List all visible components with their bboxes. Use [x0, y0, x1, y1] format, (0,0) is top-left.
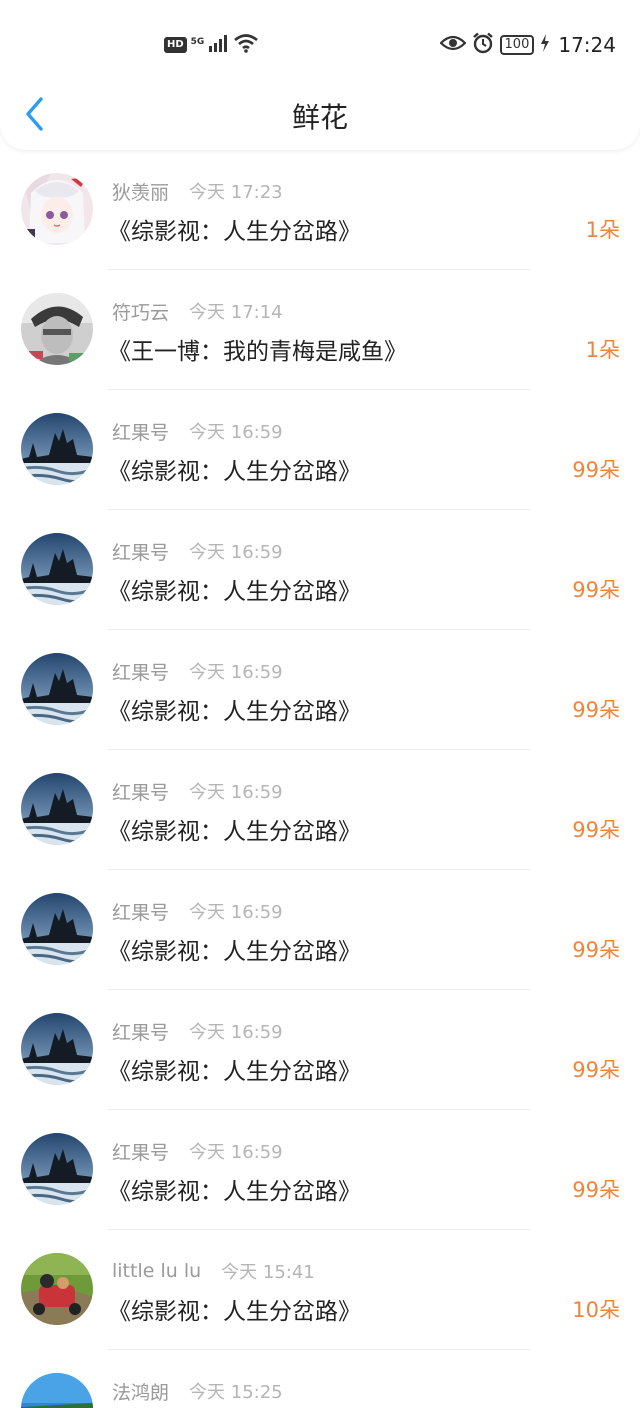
sender-name: 红果号: [112, 1021, 170, 1044]
flower-count: 99朵: [572, 698, 620, 722]
book-title[interactable]: 《综影视：人生分岔路》: [108, 932, 361, 966]
flower-count: 99朵: [572, 578, 620, 602]
avatar[interactable]: [21, 293, 93, 365]
list-item[interactable]: 红果号 今天 16:59 《综影视：人生分岔路》 99朵: [0, 510, 640, 630]
book-title[interactable]: 《综影视：人生分岔路》: [108, 812, 361, 846]
hd-icon: HD: [164, 37, 187, 53]
flower-count: 99朵: [572, 1058, 620, 1082]
avatar[interactable]: [21, 773, 93, 845]
send-time: 今天 15:25: [189, 1382, 283, 1403]
item-meta: 红果号 今天 16:59: [112, 538, 283, 564]
app-header: HD 5G 100 17:24 鲜花: [0, 0, 640, 150]
wifi-icon: [233, 33, 259, 57]
sender-name: little lu lu: [112, 1260, 202, 1282]
avatar[interactable]: [21, 413, 93, 485]
book-title[interactable]: 《综影视：人生分岔路》: [108, 1052, 361, 1086]
sender-name: 红果号: [112, 661, 170, 684]
status-left: HD 5G: [164, 32, 259, 58]
send-time: 今天 16:59: [189, 782, 283, 803]
list-item[interactable]: 红果号 今天 16:59 《综影视：人生分岔路》 99朵: [0, 1110, 640, 1230]
flower-list: 狄羡丽 今天 17:23 《综影视：人生分岔路》 1朵 符巧云 今天 17:14 《王一博：…: [0, 150, 640, 1408]
alarm-icon: [472, 32, 494, 58]
send-time: 今天 15:41: [221, 1262, 315, 1283]
item-meta: 符巧云 今天 17:14: [112, 298, 283, 324]
flower-count: 99朵: [572, 1178, 620, 1202]
book-title[interactable]: 《综影视：人生分岔路》: [108, 1292, 361, 1326]
book-title[interactable]: 《综影视：人生分岔路》: [108, 692, 361, 726]
signal-icon: [209, 34, 229, 56]
avatar[interactable]: [21, 1013, 93, 1085]
flower-count: 99朵: [572, 938, 620, 962]
battery-level: 100: [504, 37, 530, 52]
send-time: 今天 16:59: [189, 662, 283, 683]
list-item[interactable]: 红果号 今天 16:59 《综影视：人生分岔路》 99朵: [0, 390, 640, 510]
flower-count: 99朵: [572, 818, 620, 842]
item-meta: 红果号 今天 16:59: [112, 898, 283, 924]
book-title[interactable]: 《综影视：人生分岔路》: [108, 452, 361, 486]
item-meta: 法鸿朗 今天 15:25: [112, 1378, 283, 1404]
sender-name: 狄羡丽: [112, 181, 170, 204]
list-item[interactable]: 红果号 今天 16:59 《综影视：人生分岔路》 99朵: [0, 990, 640, 1110]
book-title[interactable]: 《综影视：人生分岔路》: [108, 1172, 361, 1206]
item-meta: 红果号 今天 16:59: [112, 1018, 283, 1044]
avatar[interactable]: [21, 653, 93, 725]
eye-icon: [438, 34, 467, 56]
list-item[interactable]: 符巧云 今天 17:14 《王一博：我的青梅是咸鱼》 1朵: [0, 270, 640, 390]
sender-name: 符巧云: [112, 301, 170, 324]
flower-count: 1朵: [585, 218, 620, 242]
status-bar: HD 5G 100 17:24: [0, 26, 640, 64]
avatar[interactable]: [21, 533, 93, 605]
list-item[interactable]: 红果号 今天 16:59 《综影视：人生分岔路》 99朵: [0, 750, 640, 870]
sender-name: 法鸿朗: [112, 1381, 170, 1404]
list-item[interactable]: 红果号 今天 16:59 《综影视：人生分岔路》 99朵: [0, 870, 640, 990]
send-time: 今天 16:59: [189, 1022, 283, 1043]
list-item[interactable]: 狄羡丽 今天 17:23 《综影视：人生分岔路》 1朵: [0, 150, 640, 270]
avatar[interactable]: [21, 1133, 93, 1205]
flowers-page: HD 5G 100 17:24 鲜花 狄羡丽 今天 17:23 《综影视：人生分…: [0, 0, 640, 1408]
book-title[interactable]: 《综影视：人生分岔路》: [108, 212, 361, 246]
book-title[interactable]: 《王一博：我的青梅是咸鱼》: [108, 332, 407, 366]
avatar[interactable]: [21, 1253, 93, 1325]
sender-name: 红果号: [112, 781, 170, 804]
send-time: 今天 17:23: [189, 182, 283, 203]
navigation-bar: 鲜花: [0, 82, 640, 148]
network-type-label: 5G: [190, 37, 205, 47]
flower-count: 1朵: [585, 338, 620, 362]
sender-name: 红果号: [112, 421, 170, 444]
item-meta: 红果号 今天 16:59: [112, 778, 283, 804]
battery-icon: 100: [499, 35, 535, 55]
item-meta: 红果号 今天 16:59: [112, 418, 283, 444]
book-title[interactable]: 《综影视：人生分岔路》: [108, 572, 361, 606]
list-item[interactable]: little lu lu 今天 15:41 《综影视：人生分岔路》 10朵: [0, 1230, 640, 1350]
sender-name: 红果号: [112, 541, 170, 564]
status-clock: 17:24: [558, 33, 616, 57]
list-item[interactable]: 红果号 今天 16:59 《综影视：人生分岔路》 99朵: [0, 630, 640, 750]
send-time: 今天 16:59: [189, 422, 283, 443]
avatar[interactable]: [21, 893, 93, 965]
item-meta: 红果号 今天 16:59: [112, 658, 283, 684]
page-title: 鲜花: [291, 101, 348, 134]
send-time: 今天 16:59: [189, 542, 283, 563]
avatar[interactable]: [21, 1373, 93, 1408]
item-meta: 红果号 今天 16:59: [112, 1138, 283, 1164]
send-time: 今天 17:14: [189, 302, 283, 323]
flower-count: 99朵: [572, 458, 620, 482]
send-time: 今天 16:59: [189, 1142, 283, 1163]
item-meta: little lu lu 今天 15:41: [112, 1258, 315, 1284]
flower-count: 10朵: [572, 1298, 620, 1322]
sender-name: 红果号: [112, 901, 170, 924]
sender-name: 红果号: [112, 1141, 170, 1164]
list-item[interactable]: 法鸿朗 今天 15:25: [0, 1350, 640, 1408]
item-meta: 狄羡丽 今天 17:23: [112, 178, 283, 204]
charging-icon: [540, 34, 550, 56]
status-right: 100 17:24: [438, 30, 616, 60]
send-time: 今天 16:59: [189, 902, 283, 923]
avatar[interactable]: [21, 173, 93, 245]
